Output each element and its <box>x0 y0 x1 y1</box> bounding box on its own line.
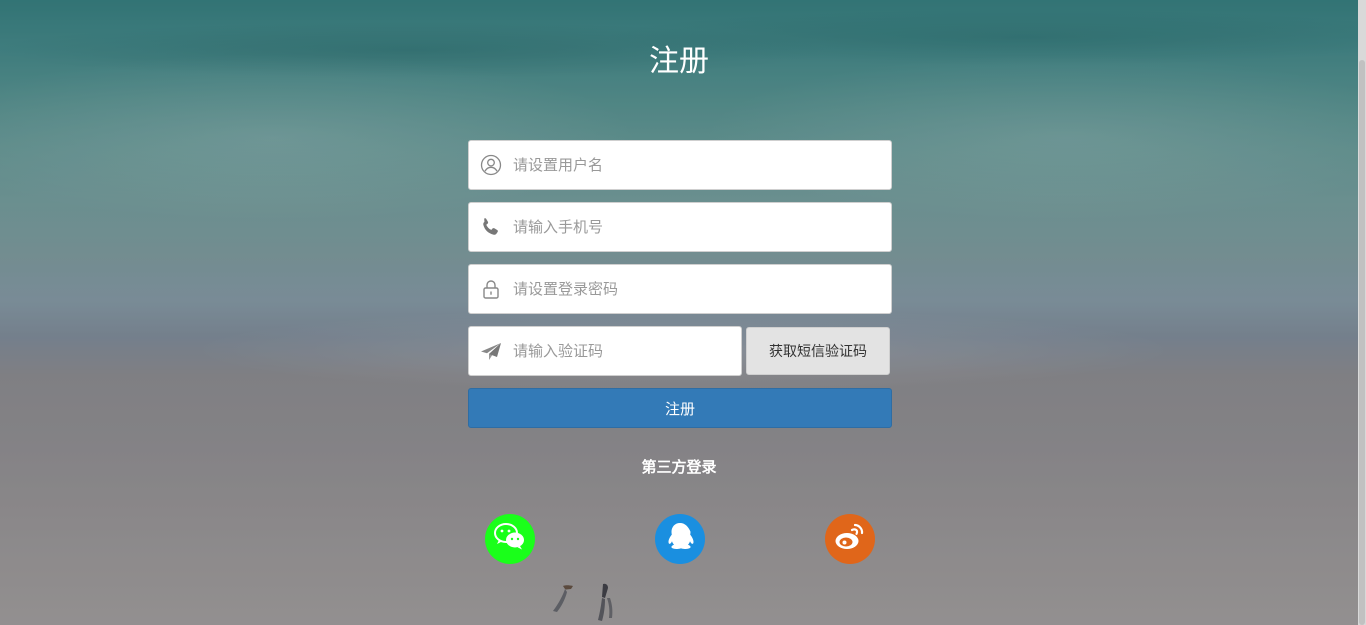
qq-icon <box>666 521 694 557</box>
phone-field[interactable] <box>468 202 892 252</box>
user-icon <box>469 141 511 189</box>
password-input[interactable] <box>511 265 891 313</box>
code-field[interactable] <box>468 326 742 376</box>
password-field[interactable] <box>468 264 892 314</box>
register-panel: 注册 请设置用户名 请输入手机号 请输入验证码 获取短信验证码 注册 第三方登录 <box>0 0 1366 625</box>
verification-row: 获取短信验证码 <box>468 326 892 376</box>
paper-plane-icon <box>469 327 511 375</box>
register-button[interactable]: 注册 <box>468 388 892 428</box>
scrollbar-thumb[interactable] <box>1359 60 1365 625</box>
weibo-login-button[interactable] <box>825 514 875 564</box>
weibo-icon <box>833 522 867 556</box>
lock-icon <box>469 265 511 313</box>
get-sms-code-button[interactable]: 获取短信验证码 <box>746 327 890 375</box>
wechat-icon <box>493 522 527 556</box>
register-form: 获取短信验证码 注册 <box>468 140 892 428</box>
wechat-login-button[interactable] <box>485 514 535 564</box>
page: 注册 请设置用户名 请输入手机号 请输入验证码 获取短信验证码 注册 第三方登录 <box>0 0 1366 625</box>
code-input[interactable] <box>511 327 741 375</box>
phone-input[interactable] <box>511 203 891 251</box>
username-field[interactable] <box>468 140 892 190</box>
beach-people-silhouettes <box>545 578 635 625</box>
phone-icon <box>469 203 511 251</box>
third-party-login-title: 第三方登录 <box>641 458 717 476</box>
qq-login-button[interactable] <box>655 514 705 564</box>
username-input[interactable] <box>511 141 891 189</box>
scrollbar[interactable] <box>1358 0 1366 625</box>
page-title: 注册 <box>649 44 709 79</box>
